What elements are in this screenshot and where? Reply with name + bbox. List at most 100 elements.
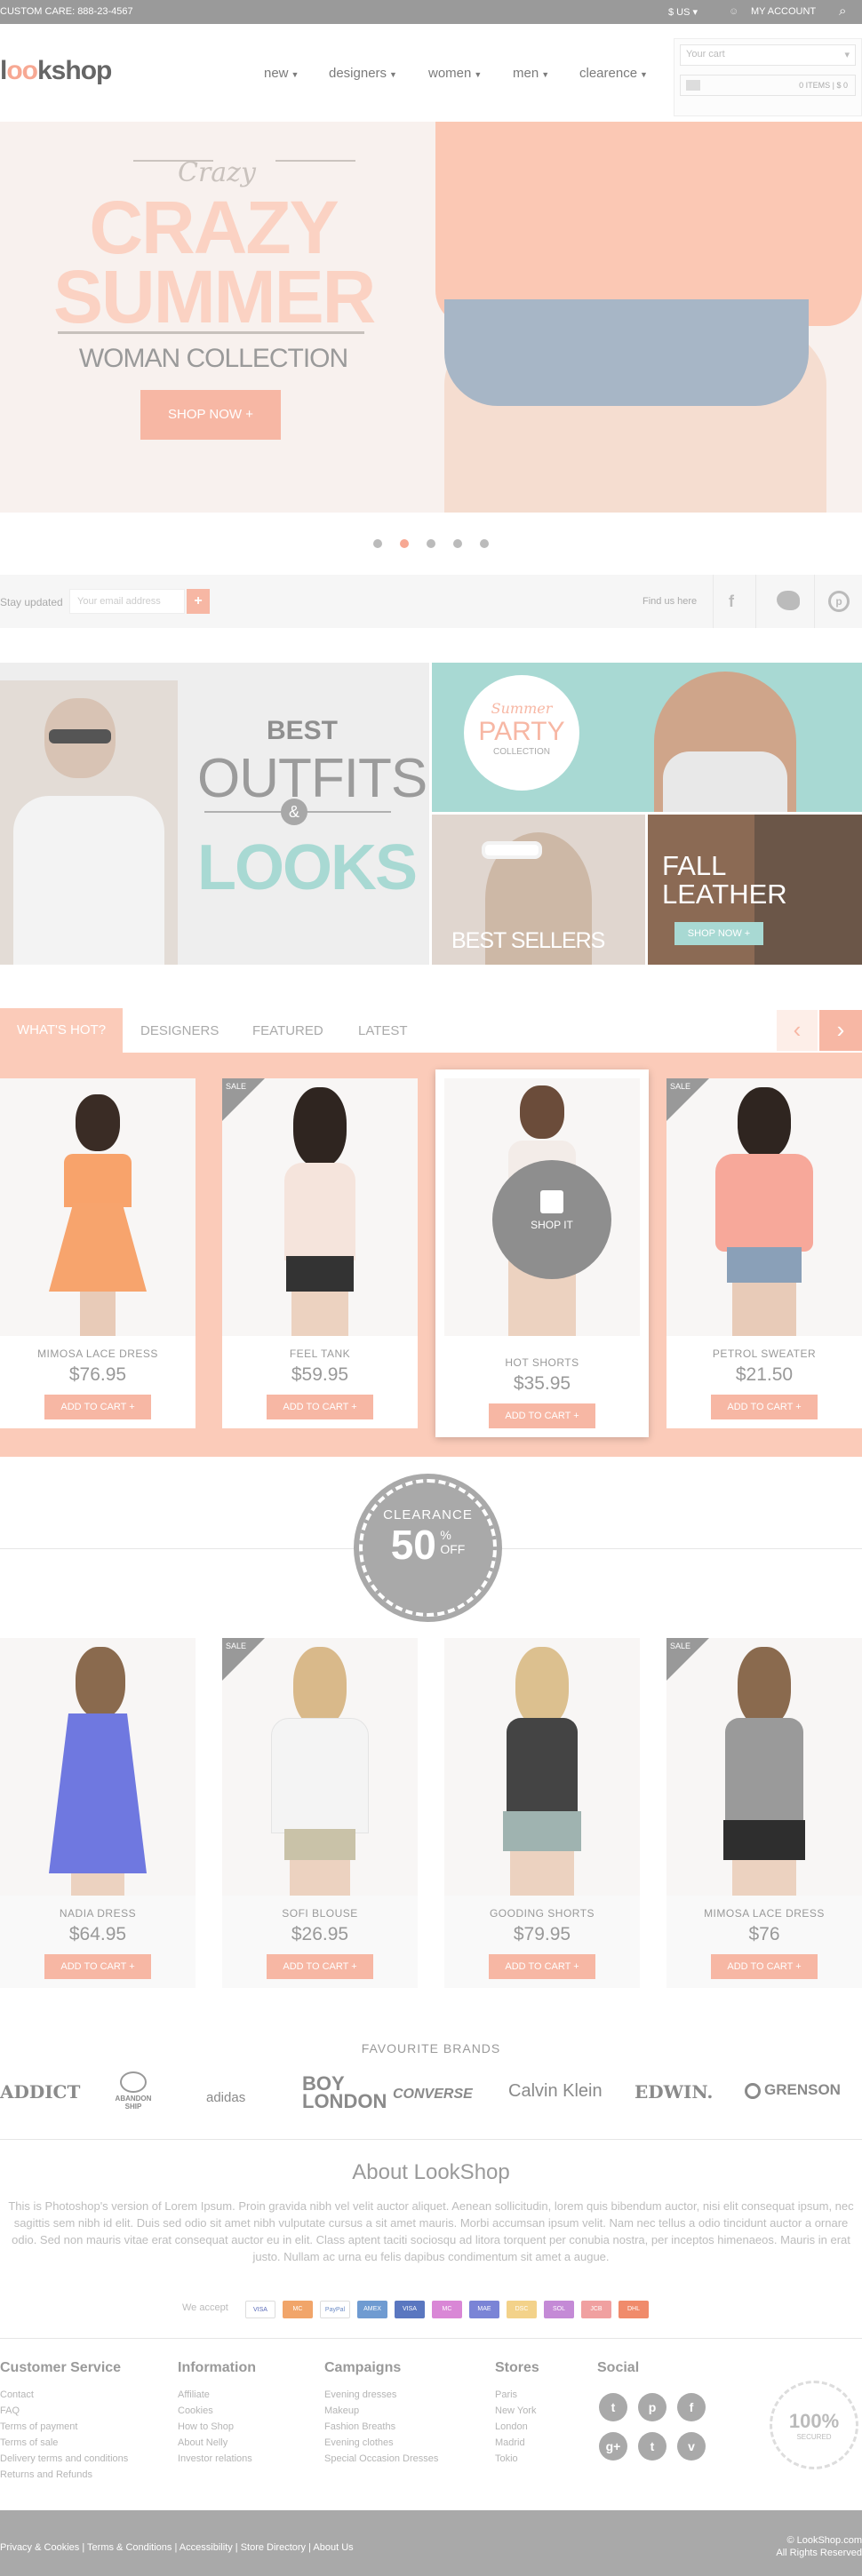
footer-link[interactable]: Cookies xyxy=(178,2405,213,2416)
footer-link[interactable]: Contact xyxy=(0,2389,34,2400)
bottom-link[interactable]: Terms & Conditions xyxy=(87,2542,172,2553)
bottom-link[interactable]: Privacy & Cookies xyxy=(0,2542,79,2553)
google-plus-icon[interactable]: g+ xyxy=(599,2432,627,2461)
add-to-cart-button[interactable]: ADD TO CART + xyxy=(267,1395,373,1419)
facebook-icon[interactable]: f xyxy=(729,592,734,611)
product-card[interactable]: SALE FEEL TANK $59.95 ADD TO CART + xyxy=(222,1078,418,1428)
email-input[interactable]: Your email address xyxy=(69,589,185,614)
product-image[interactable] xyxy=(0,1638,196,1896)
slider-dot[interactable] xyxy=(453,539,462,548)
add-to-cart-button[interactable]: ADD TO CART + xyxy=(711,1954,818,1979)
cart-select[interactable]: Your cart ▾ xyxy=(680,44,856,66)
brand-logo[interactable]: GRENSON xyxy=(745,2081,841,2099)
chevron-down-icon: ▼ xyxy=(389,70,397,79)
promo-best-outfits[interactable]: BEST OUTFITS & LOOKS xyxy=(0,663,429,965)
twitter-icon[interactable]: t xyxy=(599,2393,627,2421)
product-image[interactable]: SHOP IT xyxy=(444,1078,640,1336)
brand-logo[interactable]: ABANDON SHIP xyxy=(107,2071,160,2111)
subscribe-button[interactable]: + xyxy=(187,589,210,614)
nav-men[interactable]: men ▼ xyxy=(513,66,549,81)
next-arrow-icon[interactable]: › xyxy=(819,1010,862,1051)
brand-logo[interactable]: ADDICT xyxy=(0,2081,80,2103)
brand-logo[interactable]: BOY LONDON xyxy=(302,2074,400,2111)
pinterest-icon[interactable]: p xyxy=(828,591,850,612)
product-card[interactable]: MIMOSA LACE DRESS $76.95 ADD TO CART + xyxy=(0,1078,196,1428)
product-image[interactable] xyxy=(444,1638,640,1896)
pinterest-icon[interactable]: p xyxy=(638,2393,666,2421)
bottom-link[interactable]: About Us xyxy=(313,2542,353,2553)
footer-link[interactable]: Investor relations xyxy=(178,2453,252,2464)
product-card[interactable]: GOODING SHORTS $79.95 ADD TO CART + xyxy=(444,1638,640,1988)
brand-logo[interactable]: EDWIN. xyxy=(635,2081,713,2103)
footer-link[interactable]: Delivery terms and conditions xyxy=(0,2453,128,2464)
mini-cart[interactable]: Your cart ▾ 0 ITEMS | $ 0 xyxy=(674,38,862,116)
promo-fall-shop-button[interactable]: SHOP NOW + xyxy=(674,922,763,945)
slider-dot[interactable] xyxy=(373,539,382,548)
add-to-cart-button[interactable]: ADD TO CART + xyxy=(711,1395,818,1419)
product-card[interactable]: NADIA DRESS $64.95 ADD TO CART + xyxy=(0,1638,196,1988)
model-legs xyxy=(291,1292,348,1336)
tumblr-icon[interactable]: t xyxy=(638,2432,666,2461)
vimeo-icon[interactable]: v xyxy=(677,2432,706,2461)
footer-link[interactable]: Fashion Breaths xyxy=(324,2421,395,2432)
footer-link[interactable]: Affiliate xyxy=(178,2389,210,2400)
footer-link[interactable]: New York xyxy=(495,2405,536,2416)
footer-link[interactable]: London xyxy=(495,2421,528,2432)
product-card[interactable]: SALE MIMOSA LACE DRESS $76 ADD TO CART + xyxy=(666,1638,862,1988)
hero-slider: Crazy CRAZY SUMMER WOMAN COLLECTION SHOP… xyxy=(0,122,862,513)
shop-it-overlay[interactable]: SHOP IT xyxy=(492,1160,611,1279)
footer-link[interactable]: How to Shop xyxy=(178,2421,234,2432)
product-card[interactable]: SALE PETROL SWEATER $21.50 ADD TO CART + xyxy=(666,1078,862,1428)
facebook-icon[interactable]: f xyxy=(677,2393,706,2421)
brand-logo[interactable]: Calvin Klein xyxy=(508,2081,603,2102)
prev-arrow-icon[interactable]: ‹ xyxy=(777,1010,818,1051)
slider-dot[interactable] xyxy=(480,539,489,548)
search-icon[interactable]: ⌕ xyxy=(839,4,846,19)
product-card-hover[interactable]: SHOP IT HOT SHORTS $35.95 ADD TO CART + xyxy=(435,1069,649,1437)
bottom-link[interactable]: Store Directory xyxy=(241,2542,306,2553)
bottom-link[interactable]: Accessibility xyxy=(180,2542,233,2553)
logo[interactable]: lookshop xyxy=(0,56,112,86)
footer-link[interactable]: FAQ xyxy=(0,2405,20,2416)
add-to-cart-button[interactable]: ADD TO CART + xyxy=(267,1954,373,1979)
add-to-cart-button[interactable]: ADD TO CART + xyxy=(489,1403,595,1428)
tab-designers[interactable]: DESIGNERS xyxy=(140,1023,219,1038)
footer-link[interactable]: Makeup xyxy=(324,2405,359,2416)
add-to-cart-button[interactable]: ADD TO CART + xyxy=(489,1954,595,1979)
tab-whats-hot[interactable]: WHAT'S HOT? xyxy=(0,1008,123,1053)
tab-latest[interactable]: LATEST xyxy=(358,1023,408,1038)
twitter-icon[interactable] xyxy=(777,591,800,610)
add-to-cart-button[interactable]: ADD TO CART + xyxy=(44,1954,151,1979)
nav-new[interactable]: new ▼ xyxy=(264,66,299,81)
footer-link[interactable]: Evening clothes xyxy=(324,2437,394,2448)
nav-clearence[interactable]: clearence ▼ xyxy=(579,66,648,81)
brand-logo[interactable]: CONVERSE xyxy=(393,2087,473,2103)
promo-fall-leather[interactable]: FALL LEATHER SHOP NOW + xyxy=(648,815,862,965)
chevron-down-icon: ▾ xyxy=(844,50,850,60)
promo-summer-party[interactable]: Summer PARTY COLLECTION xyxy=(432,663,862,812)
brand-logo[interactable]: adidas xyxy=(206,2090,245,2105)
product-image[interactable] xyxy=(0,1078,196,1336)
nav-designers[interactable]: designers ▼ xyxy=(329,66,397,81)
footer-link[interactable]: Terms of sale xyxy=(0,2437,58,2448)
tab-featured[interactable]: FEATURED xyxy=(252,1023,323,1038)
slider-dot[interactable] xyxy=(427,539,435,548)
my-account-link[interactable]: MY ACCOUNT xyxy=(751,6,816,17)
footer-link[interactable]: About Nelly xyxy=(178,2437,227,2448)
slider-dot-active[interactable] xyxy=(400,539,409,548)
footer-link[interactable]: Madrid xyxy=(495,2437,525,2448)
tank-garment xyxy=(725,1718,803,1825)
footer-link[interactable]: Special Occasion Dresses xyxy=(324,2453,438,2464)
footer-link[interactable]: Returns and Refunds xyxy=(0,2469,92,2480)
footer-link[interactable]: Terms of payment xyxy=(0,2421,77,2432)
nav-women[interactable]: women ▼ xyxy=(428,66,482,81)
add-to-cart-button[interactable]: ADD TO CART + xyxy=(44,1395,151,1419)
footer-link[interactable]: Evening dresses xyxy=(324,2389,396,2400)
currency-selector[interactable]: $ US ▾ xyxy=(668,6,698,18)
hero-shop-now-button[interactable]: SHOP NOW + xyxy=(140,390,281,440)
promo-best-sellers[interactable]: BEST SELLERS xyxy=(432,815,645,965)
product-card[interactable]: SALE SOFI BLOUSE $26.95 ADD TO CART + xyxy=(222,1638,418,1988)
promo-fall-line1: FALL xyxy=(662,850,727,881)
footer-link[interactable]: Tokio xyxy=(495,2453,518,2464)
footer-link[interactable]: Paris xyxy=(495,2389,517,2400)
